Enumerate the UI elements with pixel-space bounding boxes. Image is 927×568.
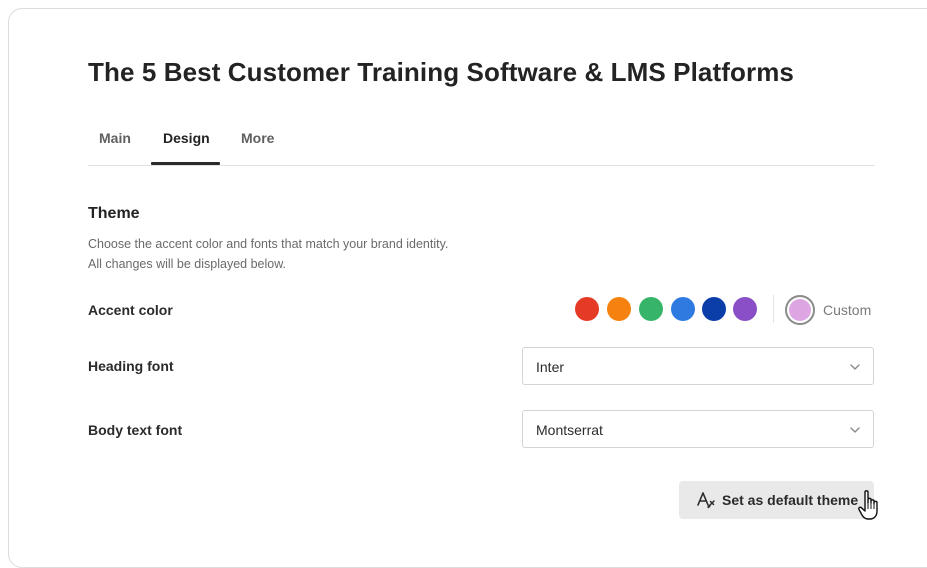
body-font-value: Montserrat (536, 422, 603, 438)
body-font-select[interactable]: Montserrat (522, 410, 874, 448)
custom-color-label[interactable]: Custom (823, 302, 871, 318)
color-swatch-blue[interactable] (671, 297, 695, 321)
accent-color-label: Accent color (88, 302, 173, 318)
section-title-theme: Theme (88, 205, 140, 222)
heading-font-label: Heading font (88, 358, 174, 374)
custom-color-swatch[interactable] (785, 295, 815, 325)
heading-font-value: Inter (536, 359, 565, 375)
body-font-label: Body text font (88, 422, 183, 438)
hand-pointer-cursor-icon (858, 490, 878, 520)
tab-main[interactable]: Main (99, 130, 131, 146)
color-swatch-purple[interactable] (733, 297, 757, 321)
color-swatch-green[interactable] (639, 297, 663, 321)
color-swatch-dark-blue[interactable] (702, 297, 726, 321)
theme-description-line2: All changes will be displayed below. (88, 257, 287, 271)
set-default-theme-button[interactable]: Set as default theme (679, 481, 874, 519)
theme-description-line1: Choose the accent color and fonts that m… (88, 237, 449, 251)
color-swatch-red[interactable] (575, 297, 599, 321)
font-style-icon (697, 492, 715, 509)
page-title: The 5 Best Customer Training Software & … (88, 57, 794, 87)
chevron-down-icon (850, 427, 860, 433)
color-swatch-orange[interactable] (607, 297, 631, 321)
tab-design[interactable]: Design (163, 130, 210, 146)
set-default-theme-label: Set as default theme (722, 492, 859, 508)
chevron-down-icon (850, 364, 860, 370)
tab-more[interactable]: More (241, 130, 274, 146)
swatch-divider (773, 295, 774, 323)
heading-font-select[interactable]: Inter (522, 347, 874, 385)
tab-bar: Main Design More (88, 118, 875, 166)
custom-color-fill (789, 299, 811, 321)
active-tab-indicator (151, 162, 220, 165)
